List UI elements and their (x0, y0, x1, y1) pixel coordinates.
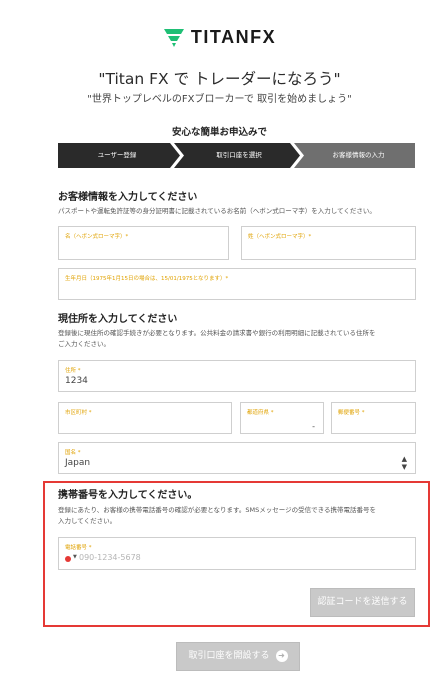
customer-info-note: パスポートや運転免許証等の身分証明書に記載されているお名前（ヘボン式ローマ字）を… (58, 207, 376, 215)
city-label: 市区町村 * (65, 410, 92, 416)
japan-flag-icon[interactable] (65, 556, 71, 562)
select-arrows-icon: ▲ ▼ (401, 455, 407, 471)
country-select[interactable]: 国名 * Japan ▲ ▼ (58, 442, 416, 474)
country-code-caret-icon[interactable]: ▼ (73, 554, 77, 560)
phone-title: 携帯番号を入力してください。 (58, 490, 198, 501)
street-address-value: 1234 (65, 376, 88, 386)
send-verification-code-button[interactable]: 認証コードを送信する (310, 588, 415, 617)
street-address-field[interactable]: 住所 * 1234 (58, 360, 416, 392)
phone-number-field[interactable]: 電話番号 * ▼ 090-1234-5678 (58, 537, 416, 570)
prefecture-select[interactable]: 都道府県 * - (240, 402, 324, 434)
prefecture-label: 都道府県 * (247, 410, 274, 416)
address-note-line2: ご入力ください。 (58, 340, 110, 348)
phone-note-line1: 登録にあたり、お客様の携帯電話番号の確認が必要となります。SMSメッセージの受信… (58, 506, 376, 514)
step-select-account: 取引口座を選択 (216, 151, 262, 159)
arrow-right-icon: ➜ (275, 649, 288, 662)
progress-steps: ユーザー登録 取引口座を選択 お客様情報の入力 (58, 143, 415, 168)
phone-note-line2: 入力してください。 (58, 517, 117, 525)
open-account-button[interactable]: 取引口座を開設する ➜ (176, 642, 300, 671)
last-name-label: 姓（ヘボン式ローマ字）* (248, 234, 312, 240)
first-name-field[interactable]: 名（ヘボン式ローマ字）* (58, 226, 229, 260)
country-label: 国名 * (65, 450, 81, 456)
page-subheadline: "世界トップレベルのFXブローカーで 取引を始めましょう" (87, 94, 352, 105)
street-address-label: 住所 * (65, 368, 81, 374)
brand-name: TITANFX (190, 26, 277, 47)
customer-info-title: お客様情報を入力してください (58, 192, 198, 203)
last-name-field[interactable]: 姓（ヘボン式ローマ字）* (241, 226, 416, 260)
country-value: Japan (65, 458, 91, 468)
phone-number-label: 電話番号 * (65, 545, 92, 551)
open-account-label: 取引口座を開設する (188, 651, 270, 661)
page-headline: "Titan FX で トレーダーになろう" (98, 70, 341, 88)
postal-code-field[interactable]: 郵便番号 * (331, 402, 416, 434)
birthdate-label: 生年月日（1975年1月15日の場合は、15/01/1975となります）* (65, 276, 229, 282)
address-title: 現住所を入力してください (58, 314, 178, 325)
first-name-label: 名（ヘボン式ローマ字）* (65, 234, 129, 240)
birthdate-field[interactable]: 生年月日（1975年1月15日の場合は、15/01/1975となります）* (58, 268, 416, 300)
city-field[interactable]: 市区町村 * (58, 402, 232, 434)
step-user-registration: ユーザー登録 (97, 151, 137, 159)
phone-number-placeholder: 090-1234-5678 (79, 553, 141, 562)
titanfx-logo-icon (163, 29, 184, 47)
address-note-line1: 登録後に現住所の確認手続きが必要となります。公共料金の請求書や銀行の利用明細に記… (58, 329, 376, 337)
brand-logo: TITANFX (0, 26, 439, 48)
prefecture-dash: - (312, 422, 315, 431)
steps-title: 安心な簡単お申込みで (171, 127, 267, 138)
postal-code-label: 郵便番号 * (338, 410, 365, 416)
step-customer-info: お客様情報の入力 (332, 151, 385, 159)
